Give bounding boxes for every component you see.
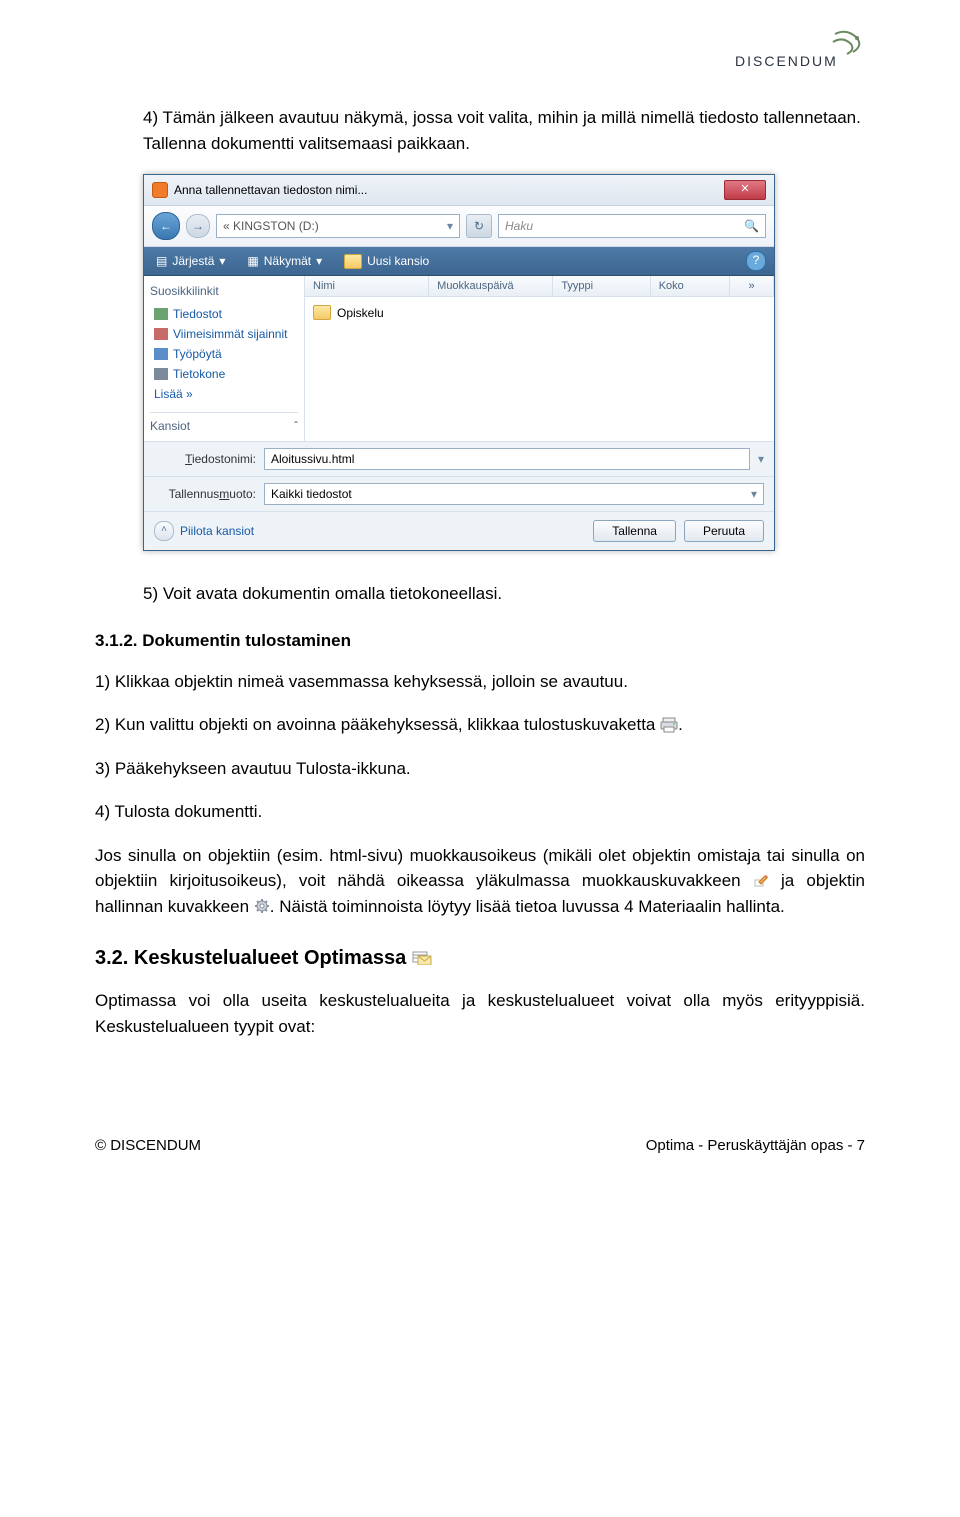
step-2: 2) Kun valittu objekti on avoinna pääkeh… [95, 712, 865, 738]
filetype-select[interactable]: Kaikki tiedostot ▾ [264, 483, 764, 505]
brand-logo: DISCENDUM [95, 30, 865, 75]
filetype-label: Tallennusmuoto: [154, 487, 256, 501]
gear-icon [254, 896, 270, 912]
save-button[interactable]: Tallenna [593, 520, 676, 542]
hide-folders-button[interactable]: ˄ Piilota kansiot [154, 521, 254, 541]
sidebar-item[interactable]: Työpöytä [150, 344, 298, 364]
printer-icon [660, 715, 678, 731]
filename-input[interactable] [264, 448, 750, 470]
close-icon[interactable]: ✕ [724, 180, 766, 200]
address-bar[interactable]: « KINGSTON (D:) ▾ [216, 214, 460, 238]
search-input[interactable]: Haku 🔍 [498, 214, 766, 238]
views-icon: ▦ [247, 254, 258, 268]
col-name[interactable]: Nimi [305, 276, 429, 296]
step-3: 3) Pääkehykseen avautuu Tulosta-ikkuna. [95, 756, 865, 782]
organize-button[interactable]: ▤ Järjestä ▾ [152, 252, 229, 270]
save-dialog-screenshot: Anna tallennettavan tiedoston nimi... ✕ … [143, 174, 865, 551]
step-4: 4) Tulosta dokumentti. [95, 799, 865, 825]
folders-header[interactable]: Kansiot ˆ [150, 412, 298, 433]
heading-312: 3.1.2. Dokumentin tulostaminen [95, 631, 865, 651]
col-size[interactable]: Koko [651, 276, 731, 296]
edit-icon [753, 870, 769, 886]
svg-text:DISCENDUM: DISCENDUM [735, 53, 838, 69]
organize-icon: ▤ [156, 254, 167, 268]
desktop-icon [154, 348, 168, 360]
col-type[interactable]: Tyyppi [553, 276, 650, 296]
search-icon: 🔍 [744, 219, 759, 233]
sidebar-item[interactable]: Viimeisimmät sijainnit [150, 324, 298, 344]
col-more[interactable]: » [730, 276, 774, 296]
sidebar-item-more[interactable]: Lisää » [150, 384, 298, 404]
sidebar-item[interactable]: Tietokone [150, 364, 298, 384]
documents-icon [154, 308, 168, 320]
sidebar-item[interactable]: Tiedostot [150, 304, 298, 324]
edit-rights-paragraph: Jos sinulla on objektiin (esim. html-siv… [95, 843, 865, 920]
recent-icon [154, 328, 168, 340]
chevron-up-icon: ˄ [154, 521, 174, 541]
forward-button[interactable]: → [186, 214, 210, 238]
col-modified[interactable]: Muokkauspäivä [429, 276, 553, 296]
message-icon [412, 948, 432, 964]
heading-32: 3.2. Keskustelualueet Optimassa [95, 947, 865, 970]
step-1: 1) Klikkaa objektin nimeä vasemmassa keh… [95, 669, 865, 695]
footer-left: © DISCENDUM [95, 1137, 201, 1154]
folder-icon [313, 305, 331, 320]
favorites-header: Suosikkilinkit [150, 284, 298, 298]
new-folder-button[interactable]: Uusi kansio [340, 252, 433, 271]
footer-right: Optima - Peruskäyttäjän opas - 7 [646, 1137, 865, 1154]
refresh-button[interactable]: ↻ [466, 214, 492, 238]
firefox-icon [152, 182, 168, 198]
views-button[interactable]: ▦ Näkymät ▾ [243, 252, 326, 270]
file-row[interactable]: Opiskelu [313, 303, 766, 322]
list-item-5: 5) Voit avata dokumentin omalla tietokon… [143, 581, 865, 607]
discussion-paragraph: Optimassa voi olla useita keskustelualue… [95, 988, 865, 1039]
filename-label: Tiedostonimi: [154, 452, 256, 466]
list-item-4: 4) Tämän jälkeen avautuu näkymä, jossa v… [143, 105, 865, 156]
cancel-button[interactable]: Peruuta [684, 520, 764, 542]
help-icon[interactable]: ? [746, 251, 766, 271]
dialog-title: Anna tallennettavan tiedoston nimi... [174, 183, 367, 197]
folder-icon [344, 254, 362, 269]
computer-icon [154, 368, 168, 380]
back-button[interactable]: ← [152, 212, 180, 240]
